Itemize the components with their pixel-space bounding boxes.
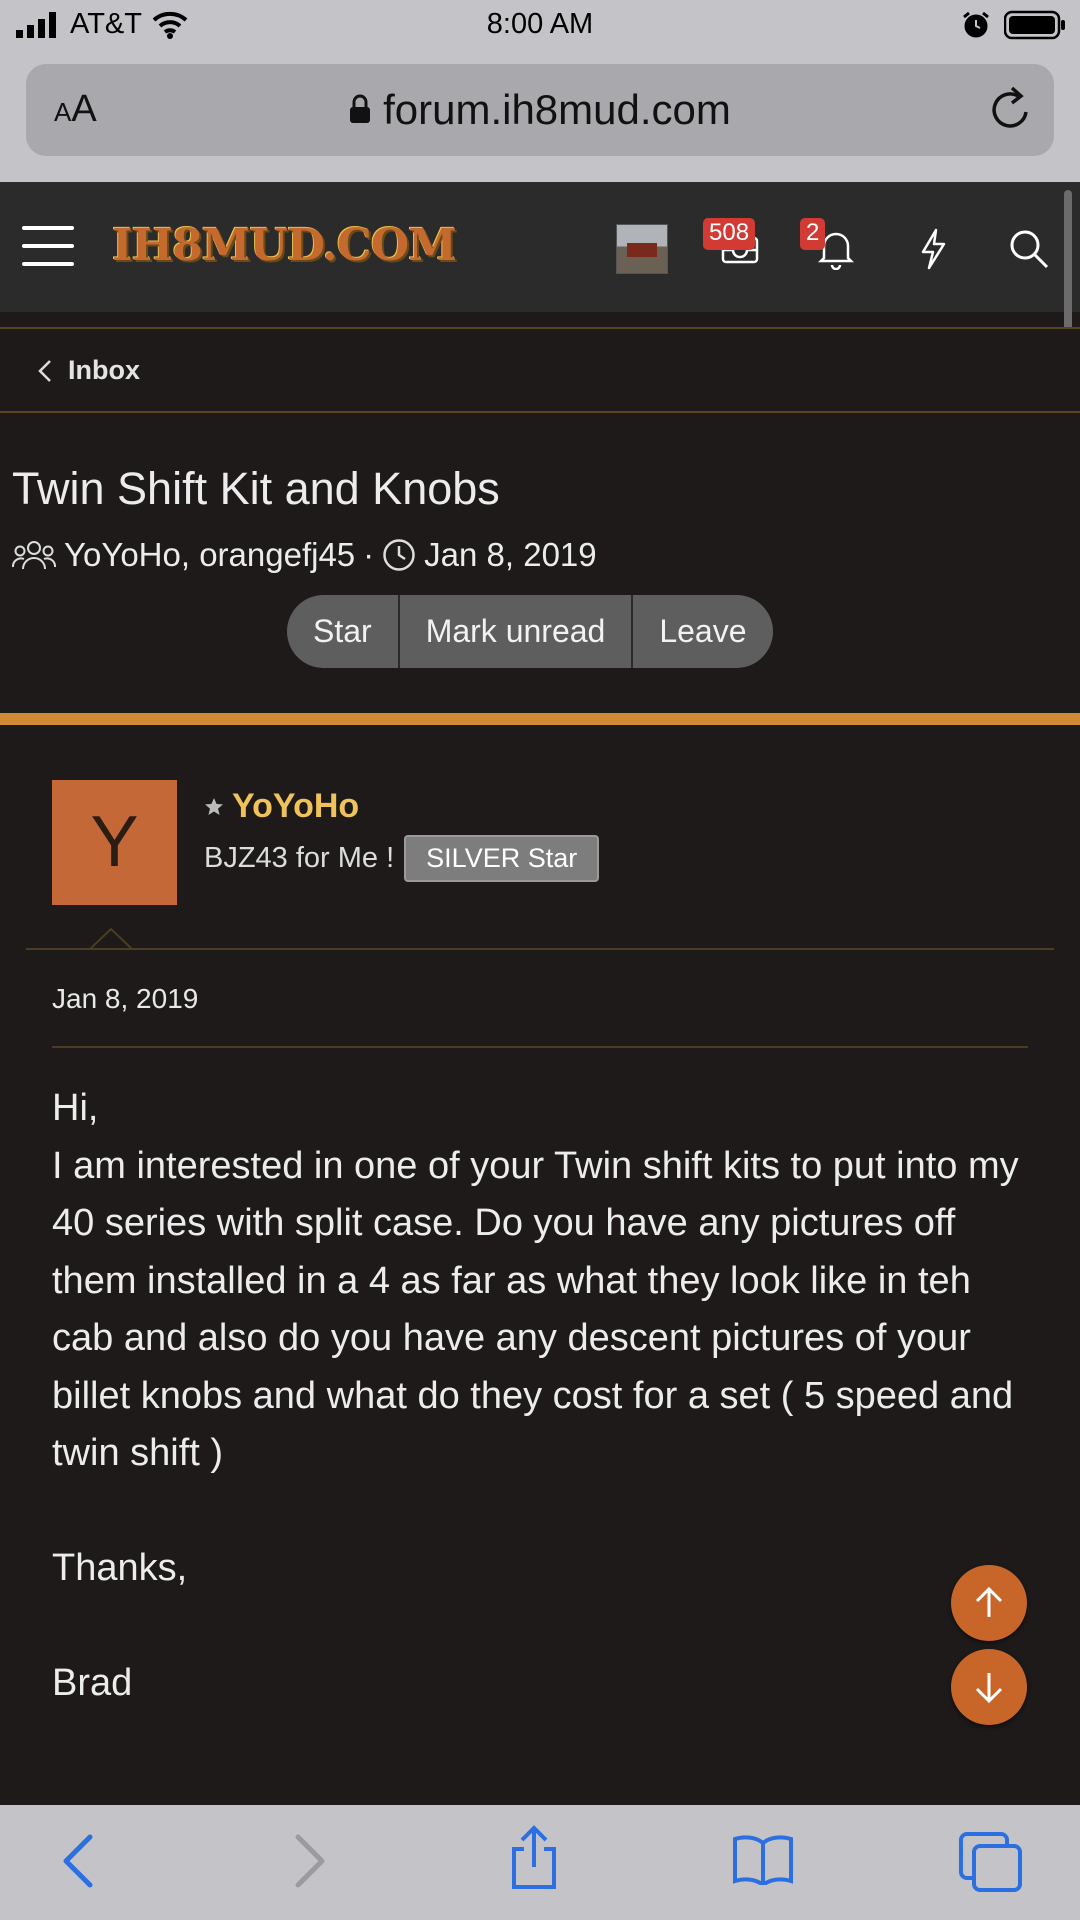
message-date[interactable]: Jan 8, 2019	[52, 983, 198, 1015]
message-body: Hi, I am interested in one of your Twin …	[52, 1080, 1022, 1713]
user-banner: SILVER Star	[404, 835, 600, 882]
author-name-text: YoYoHo	[232, 787, 360, 825]
forum-header: IH8MUD.COM 508 2	[0, 182, 1080, 312]
participants[interactable]: YoYoHo, orangefj45	[64, 536, 355, 574]
tabs-icon[interactable]	[958, 1831, 1024, 1893]
conversation-date: Jan 8, 2019	[424, 536, 597, 573]
star-button[interactable]: Star	[287, 595, 400, 668]
alerts-badge[interactable]: 2	[800, 218, 826, 250]
message-greeting: Hi,	[52, 1087, 99, 1129]
site-logo[interactable]: IH8MUD.COM	[112, 220, 457, 271]
author-name[interactable]: YoYoHo	[204, 787, 359, 826]
accent-divider	[0, 713, 1080, 725]
address-bar[interactable]: AA forum.ih8mud.com	[26, 64, 1054, 156]
status-right	[962, 10, 1066, 40]
reload-icon[interactable]	[988, 84, 1034, 132]
search-icon[interactable]	[1008, 228, 1050, 270]
forward-icon[interactable]	[288, 1833, 328, 1889]
users-icon	[12, 541, 56, 570]
url-display[interactable]: forum.ih8mud.com	[26, 86, 1054, 134]
scroll-top-button[interactable]	[951, 1565, 1027, 1641]
message: Y YoYoHo BJZ43 for Me ! SILVER Star Jan …	[0, 725, 1080, 1805]
back-icon[interactable]	[60, 1833, 100, 1889]
user-title-row: BJZ43 for Me ! SILVER Star	[204, 835, 600, 882]
bookmarks-icon[interactable]	[732, 1833, 794, 1885]
breadcrumb-label: Inbox	[68, 355, 140, 385]
conversation-actions: Star Mark unread Leave	[287, 595, 773, 668]
page-title: Twin Shift Kit and Knobs	[12, 463, 500, 514]
scroll-bottom-button[interactable]	[951, 1649, 1027, 1725]
meta-separator: ·	[363, 536, 375, 573]
avatar[interactable]: Y	[52, 780, 177, 905]
share-icon[interactable]	[508, 1825, 560, 1891]
user-title: BJZ43 for Me !	[204, 842, 395, 874]
status-bar: AT&T 8:00 AM	[0, 0, 1080, 52]
clock-icon	[383, 539, 415, 571]
arrow-down-icon	[975, 1673, 1003, 1704]
user-divider	[26, 948, 1054, 950]
conversation-header: Twin Shift Kit and Knobs YoYoHo, orangef…	[0, 413, 1080, 713]
star-icon	[205, 797, 223, 815]
divider-notch	[90, 928, 132, 950]
mark-unread-button[interactable]: Mark unread	[399, 595, 634, 668]
leave-button[interactable]: Leave	[633, 595, 773, 668]
menu-icon[interactable]	[22, 226, 74, 266]
message-thanks: Thanks,	[52, 1547, 188, 1589]
bolt-icon[interactable]	[918, 228, 948, 270]
date-divider	[52, 1046, 1028, 1048]
message-signature: Brad	[52, 1662, 133, 1704]
lock-icon	[350, 94, 371, 123]
chevron-left-icon	[38, 359, 51, 382]
breadcrumb: Inbox	[0, 327, 1080, 413]
clock-time: 8:00 AM	[486, 8, 594, 40]
arrow-up-icon	[975, 1586, 1003, 1617]
account-avatar[interactable]	[616, 224, 668, 274]
browser-toolbar	[0, 1805, 1080, 1920]
battery-icon	[1004, 10, 1065, 40]
conversation-meta: YoYoHo, orangefj45 · Jan 8, 2019	[12, 536, 597, 574]
browser-url-area: AA forum.ih8mud.com	[0, 52, 1080, 182]
url-text: forum.ih8mud.com	[383, 86, 731, 133]
conversations-badge[interactable]: 508	[703, 218, 756, 250]
breadcrumb-inbox-link[interactable]: Inbox	[38, 355, 140, 386]
alarm-icon	[963, 11, 989, 38]
message-paragraph: I am interested in one of your Twin shif…	[52, 1144, 1019, 1475]
